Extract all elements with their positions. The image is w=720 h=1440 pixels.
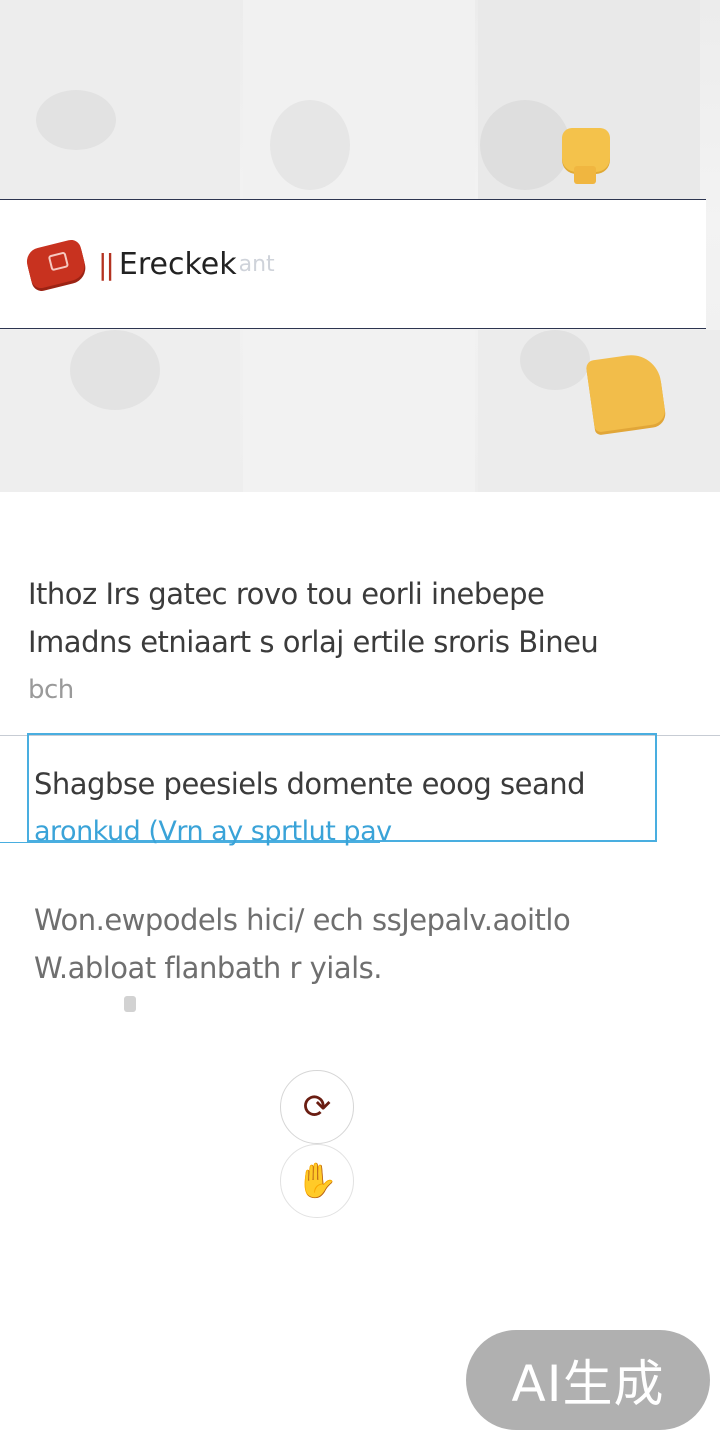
- hero-ghost-shape: [36, 90, 116, 150]
- secondary-paragraph: Won.ewpodels hici/ ech ssJepalv.aoitlo W…: [34, 896, 674, 992]
- hand-button[interactable]: ✋: [280, 1144, 354, 1218]
- hero-tile: [243, 330, 475, 492]
- brand-logo-shape: [23, 237, 89, 291]
- secondary-line: W.abloat flanbath r yials.: [34, 951, 383, 985]
- brand-name-faded: ant: [238, 251, 275, 277]
- intro-paragraph: Ithoz Irs gatec rovo tou eorli inebepe I…: [28, 570, 668, 714]
- ai-generated-watermark: AI生成: [466, 1330, 710, 1430]
- rotate-icon: ⟳: [302, 1087, 332, 1127]
- highlight-link[interactable]: aronkud (Vrn ay sprtlut pav: [34, 808, 674, 856]
- yellow-fist-icon: [562, 128, 610, 184]
- hero-ghost-shape: [70, 330, 160, 410]
- secondary-line: Won.ewpodels hici/ ech ssJepalv.aoitlo: [34, 903, 571, 937]
- brand-divider-mark: ||: [98, 247, 115, 281]
- brand-name: Ereckek: [118, 246, 237, 282]
- intro-line: Imadns etniaart s orlaj ertile sroris Bi…: [28, 625, 599, 659]
- highlighted-paragraph: Shagbse peesiels domente eoog seand aron…: [34, 760, 674, 856]
- hero-ghost-shape: [480, 100, 570, 190]
- intro-line: Ithoz Irs gatec rovo tou eorli inebepe: [28, 577, 545, 611]
- highlight-text: Shagbse peesiels domente eoog seand: [34, 767, 586, 801]
- brand-banner[interactable]: || Ereckek ant: [0, 199, 706, 329]
- hero-ghost-shape: [520, 330, 590, 390]
- screen: || Ereckek ant Ithoz Irs gatec rovo tou …: [0, 0, 720, 1440]
- hero-tile: [0, 0, 240, 200]
- watermark-text: AI生成: [511, 1355, 665, 1413]
- rotate-button[interactable]: ⟳: [280, 1070, 354, 1144]
- lock-icon: [124, 996, 136, 1012]
- red-brand-logo: [23, 237, 89, 291]
- intro-line: bch: [28, 675, 74, 705]
- hero-ghost-shape: [270, 100, 350, 190]
- hand-icon: ✋: [295, 1161, 339, 1201]
